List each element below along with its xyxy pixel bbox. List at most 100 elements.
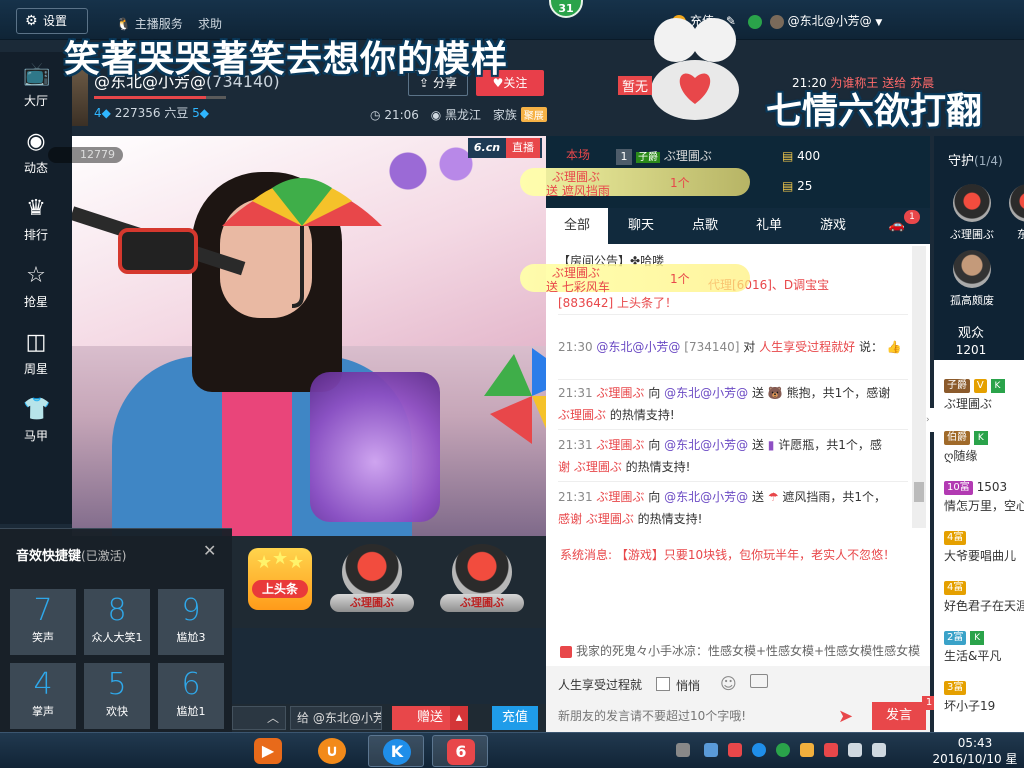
score-badge[interactable]: 31 [549, 0, 583, 18]
gift-select[interactable]: ︿ [232, 706, 286, 730]
image-icon[interactable] [750, 674, 768, 688]
sidebar-item-hall[interactable]: 📺 大厅 [0, 52, 72, 118]
gift-token[interactable]: ぶ理圃ぶ [322, 544, 422, 624]
gift-token[interactable]: ぶ理圃ぶ [432, 544, 532, 624]
audience-list: 子爵 V K ぶ理圃ぶ 伯爵 K ღ随缘 10富 1503 情怎万里，空心 4富… [934, 360, 1024, 732]
dropdown-arrow-icon[interactable]: ▴ [450, 706, 468, 730]
audience-item[interactable]: 2富 K 生活&平凡 [944, 630, 1024, 664]
taskbar-app-k[interactable]: K [368, 735, 424, 767]
coin-stack-icon: ▤ [782, 179, 794, 193]
family-tag[interactable]: 聚展 [520, 107, 547, 122]
guard-avatar [1009, 184, 1024, 222]
star-icon: ★ [256, 552, 273, 573]
headline-button[interactable]: ★ ★ ★ 上头条 [248, 548, 312, 610]
sidebar-item-weekly-star[interactable]: ◫ 周星 [0, 320, 72, 386]
chevron-up-icon: ︿ [266, 711, 279, 725]
sound-key-9[interactable]: 9 尴尬3 [158, 589, 224, 655]
speak-button[interactable]: 发言 [872, 702, 926, 730]
plus-tray-icon[interactable] [776, 743, 790, 757]
volume-icon[interactable] [872, 743, 886, 757]
sound-key-6[interactable]: 6 尴尬1 [158, 663, 224, 729]
chat-recipient-select[interactable]: 人生享受过程就 [558, 674, 648, 696]
tv-icon: 📺 [23, 62, 51, 87]
flag-tray-icon[interactable] [824, 743, 838, 757]
level-progress-fill [94, 96, 207, 99]
gift-recipient-field[interactable]: 给 @东北@小芳 [290, 706, 382, 730]
k-badge: K [970, 630, 985, 645]
teddy-bear-decoration [651, 18, 739, 120]
audience-item[interactable]: 伯爵 K ღ随缘 [944, 430, 1024, 464]
recharge-button[interactable]: 充值 [492, 706, 538, 730]
k-tray-icon[interactable] [752, 743, 766, 757]
umbrella-gift-icon [222, 178, 382, 308]
whisper-checkbox[interactable] [656, 677, 670, 691]
gift-send-row: ︿ 给 @东北@小芳 赠送 ▴ 充值 [232, 704, 546, 732]
floating-gift-notice: ぶ理圃ぶ 送 七彩风车 1个 [520, 264, 750, 294]
six-tray-icon[interactable] [728, 743, 742, 757]
send-icon[interactable]: ➤ [838, 706, 853, 727]
taskbar-app-video-player[interactable]: ▶ [240, 735, 296, 767]
megaphone-icon [560, 645, 572, 658]
sidebar-item-star-grab[interactable]: ☆ 抢星 [0, 253, 72, 319]
close-icon[interactable]: ✕ [203, 541, 216, 560]
sound-key-7[interactable]: 7 笑声 [10, 589, 76, 655]
scrollbar-thumb[interactable] [914, 482, 924, 502]
audience-item[interactable]: 4富 好色君子在天涯 [944, 580, 1024, 614]
taskbar-app-uc-browser[interactable]: ∪ [304, 735, 360, 767]
sound-panel-title: 音效快捷键(已激活) [16, 549, 127, 564]
floating-gift-notice: ぶ理圃ぶ 送 遮风挡雨 1个 [520, 168, 750, 198]
system-message: 系统消息: 【游戏】只要10块钱，包你玩半年，老实人不忽悠！ [560, 548, 896, 562]
level-progress-bar [94, 96, 226, 99]
tab-audience[interactable]: 观众 1201 [934, 322, 1008, 360]
guard-item[interactable]: ぶ理圃ぶ [944, 184, 1000, 242]
audience-item[interactable]: 10富 1503 情怎万里，空心 [944, 480, 1024, 514]
emoji-icon[interactable]: ☺ [720, 674, 737, 693]
diamond-icon: ◆ [101, 106, 111, 120]
sidebar-item-ranking[interactable]: ♛ 排行 [0, 186, 72, 252]
star-icon: ★ [288, 552, 305, 573]
guard-item[interactable]: 孤高颇废 [944, 250, 1000, 308]
v-badge: V [973, 378, 987, 393]
wish-bottle-icon: ▮ [767, 438, 775, 452]
streamer-stats: 4◆ 227356 六豆 5◆ [94, 106, 210, 120]
sound-key-8[interactable]: 8 众人大笑1 [84, 589, 150, 655]
bear-hug-gift-icon: 🐻 [767, 386, 783, 400]
tab-all[interactable]: 全部 [546, 208, 608, 244]
tab-gift-list[interactable]: 礼单 [738, 208, 800, 244]
k-badge: K [990, 378, 1005, 393]
chat-input-area: 人生享受过程就 悄悄 ☺ ➤ 发言 1 [546, 666, 936, 732]
sound-key-5[interactable]: 5 欢快 [84, 663, 150, 729]
pinwheel-gift-icon [484, 348, 546, 444]
keyboard-icon[interactable] [676, 743, 690, 757]
audience-item[interactable]: 3富 坏小子19 [944, 680, 1024, 714]
audience-item[interactable]: 子爵 V K ぶ理圃ぶ [944, 378, 1024, 412]
gift-rank-row[interactable]: 1 子爵 ぶ理圃ぶ ▤ 400 [546, 146, 930, 166]
thumbs-up-icon: 👍 [886, 340, 902, 354]
shirt-icon: 👕 [23, 397, 51, 422]
collapse-arrow-icon[interactable]: › [926, 408, 934, 432]
broadcast-line: 我家的死鬼々小手冰凉：性感女模+性感女模+性感女模性感女模 [560, 642, 920, 659]
chat-scrollbar[interactable] [912, 246, 926, 528]
system-clock[interactable]: 05:43 2016/10/10 星期一 [930, 735, 1020, 768]
taskbar-app-six[interactable]: 6 [432, 735, 488, 767]
tab-game[interactable]: 游戏 [802, 208, 864, 244]
audience-item[interactable]: 4富 大爷要唱曲儿 [944, 530, 1024, 564]
right-panel: 守护(1/4) ぶ理圃ぶ 东北 孤高颇废 观众 1201 子爵 V K ぶ理圃ぶ… [934, 136, 1024, 732]
tab-song[interactable]: 点歌 [674, 208, 736, 244]
sidebar-item-vest[interactable]: 👕 马甲 [0, 387, 72, 453]
live-video[interactable] [72, 136, 546, 536]
lyric-overlay-left: 笑著哭哭著笑去想你的模样 [64, 39, 509, 80]
network-icon[interactable] [848, 743, 862, 757]
tab-chat[interactable]: 聊天 [610, 208, 672, 244]
send-gift-button[interactable]: 赠送 ▴ [392, 706, 468, 730]
session-ranking-tab[interactable]: 本场 [566, 146, 590, 163]
compass-icon: ◉ [26, 129, 46, 154]
sound-key-4[interactable]: 4 掌声 [10, 663, 76, 729]
guard-title: 守护(1/4) [948, 154, 1003, 169]
shield-tray-icon[interactable] [800, 743, 814, 757]
tray-app-icon[interactable] [704, 743, 718, 757]
chevron-down-icon: ▼ [875, 18, 883, 28]
wish-bottle-gift [310, 372, 440, 522]
chat-input[interactable] [558, 704, 838, 728]
guard-item[interactable]: 东北 [1000, 184, 1024, 242]
